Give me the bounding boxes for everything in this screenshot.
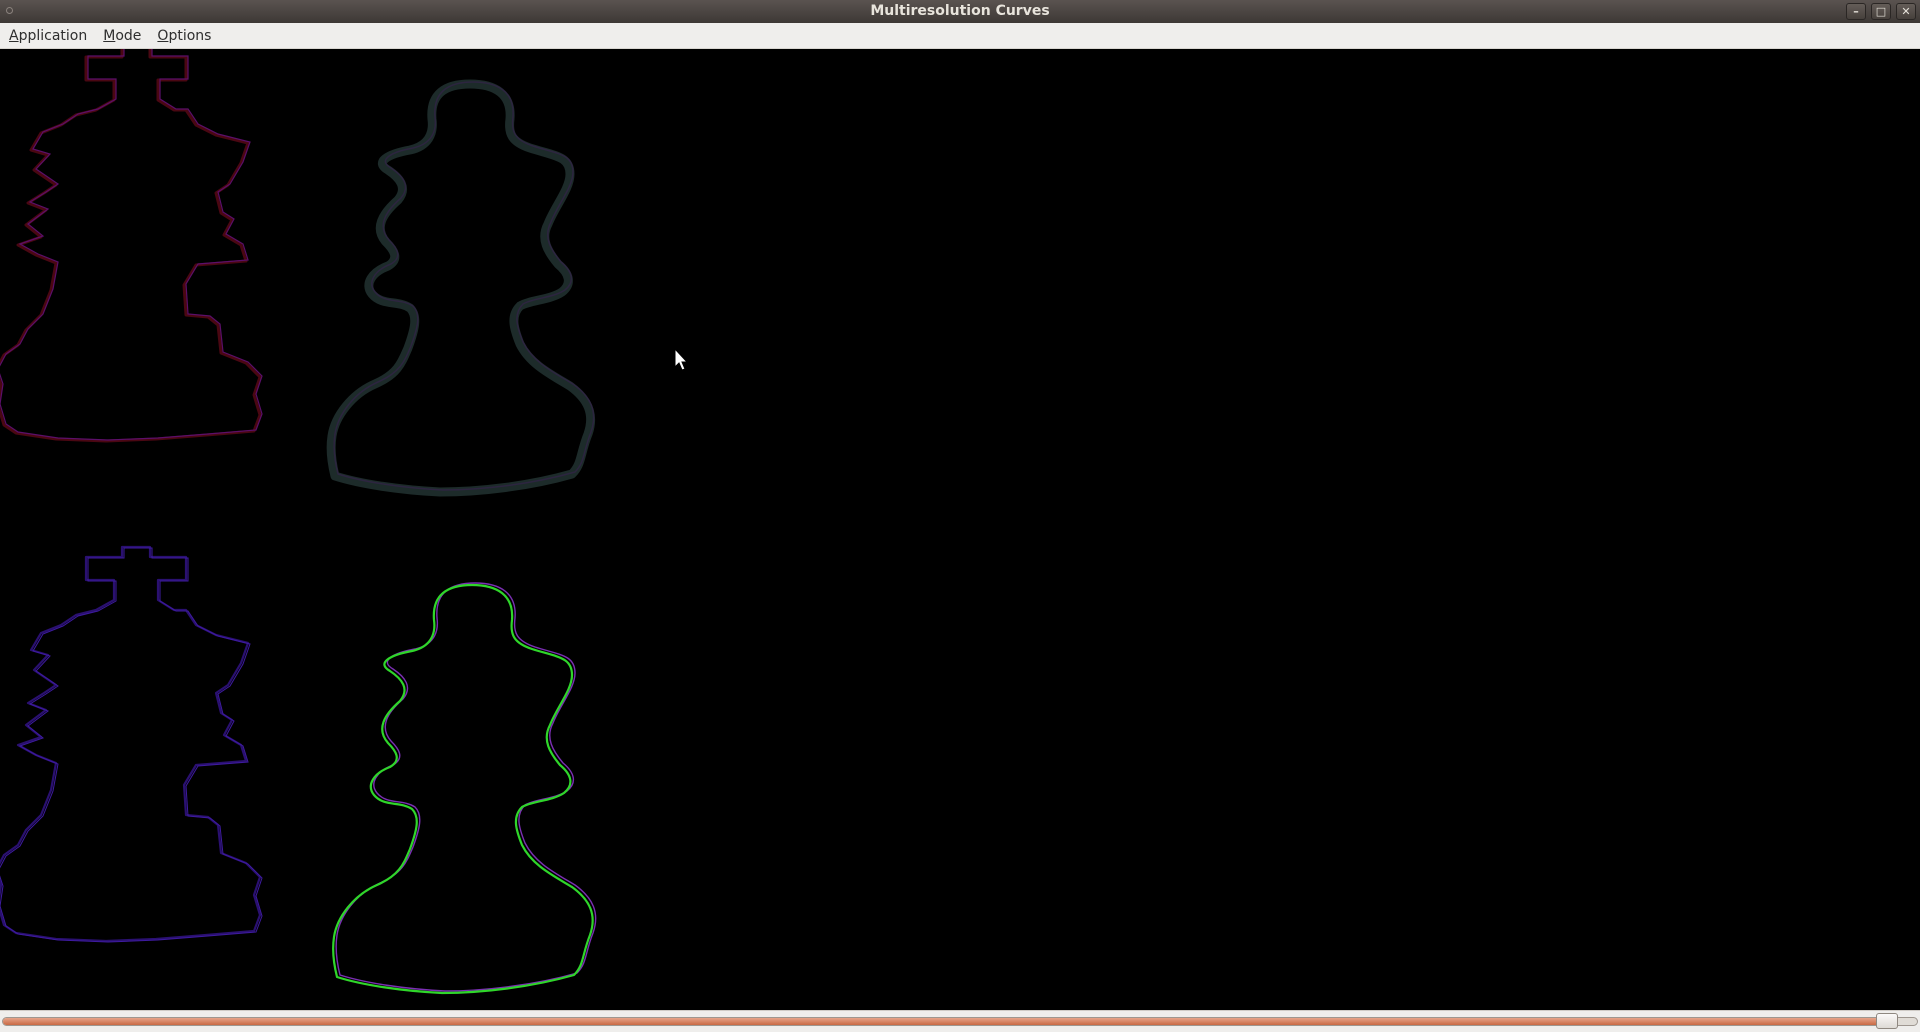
curves-svg[interactable] [0, 49, 1920, 1010]
window-titlebar[interactable]: Multiresolution Curves – □ ✕ [0, 0, 1920, 23]
window-title: Multiresolution Curves [870, 3, 1050, 19]
menu-mode-mnemonic: M [103, 27, 116, 44]
menu-options-mnemonic: O [157, 27, 169, 44]
curve-top-left[interactable] [0, 49, 263, 443]
mouse-cursor-icon [674, 347, 689, 371]
maximize-button[interactable]: □ [1871, 3, 1891, 20]
resolution-slider-fill [3, 1018, 1882, 1025]
curve-top-right[interactable] [331, 82, 593, 492]
curve-bottom-right[interactable] [332, 582, 597, 995]
menu-mode[interactable]: Mode [97, 24, 147, 48]
minimize-button[interactable]: – [1846, 3, 1866, 20]
curve-bottom-left[interactable] [0, 545, 263, 943]
menu-options-label: ptions [168, 27, 212, 44]
menu-mode-label: ode [115, 27, 142, 44]
menubar: Application Mode Options [0, 23, 1920, 49]
menu-application[interactable]: Application [3, 24, 93, 48]
resolution-slider-knob[interactable] [1876, 1013, 1898, 1029]
menu-application-label: pplication [18, 27, 88, 44]
menu-options[interactable]: Options [151, 24, 217, 48]
menu-application-mnemonic: A [9, 27, 19, 44]
resolution-slider-bar [0, 1010, 1920, 1032]
close-button[interactable]: ✕ [1896, 3, 1916, 20]
drawing-canvas[interactable] [0, 49, 1920, 1010]
